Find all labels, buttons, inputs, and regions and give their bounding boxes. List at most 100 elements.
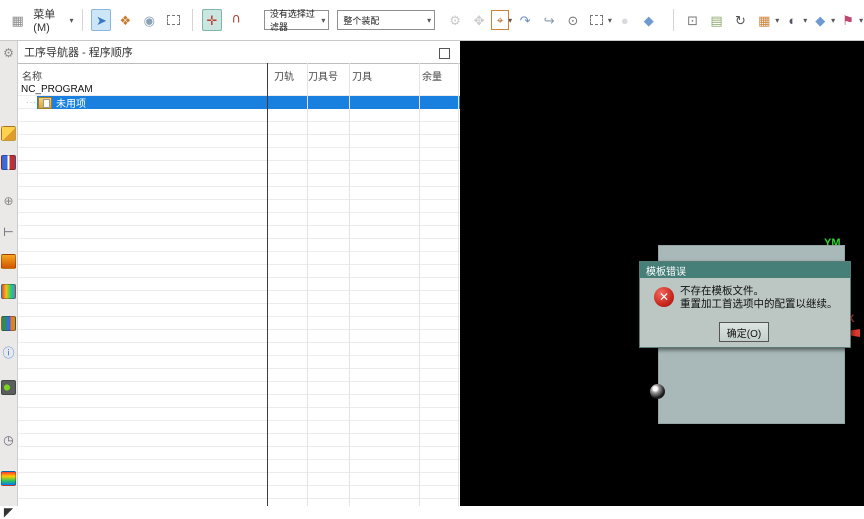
graphics-viewport[interactable]: YM X 模板错误 ✕ 不存在模板文件。 重置加工首选项中的配置以继续。 确定(… — [460, 41, 864, 506]
move-handle-button[interactable]: ✥ — [469, 9, 489, 31]
marquee-caret-icon[interactable]: ▾ — [608, 16, 612, 25]
assembly-navigator-icon[interactable] — [1, 126, 16, 141]
select-marquee-button[interactable] — [163, 9, 183, 31]
column-header-tool[interactable]: 刀具 — [352, 68, 372, 83]
menu-caret-icon: ▾ — [70, 16, 74, 25]
palette-chip — [1, 471, 16, 486]
tree-branch-dots: ··· — [26, 98, 37, 107]
column-divider-dark — [267, 63, 268, 506]
ok-button[interactable]: 确定(O) — [719, 322, 769, 342]
column-header-tool-number[interactable]: 刀具号 — [308, 68, 338, 83]
circle-center-button[interactable]: ⊙ — [563, 9, 583, 31]
constraint-navigator-icon[interactable] — [1, 155, 16, 170]
folder-icon — [38, 97, 52, 109]
nx-window: ▦ 菜单(M) ▾ ➤ ❖ ◉ ✛ ∪ 没有选择过滤器 ▾ 整个装配 ▾ ⚙ ✥… — [0, 0, 864, 506]
marquee-select-button[interactable] — [587, 9, 607, 31]
selected-row-highlight[interactable]: 未用项 — [37, 96, 460, 109]
dialog-message-line2: 重置加工首选项中的配置以继续。 — [680, 298, 838, 311]
menu-label: 菜单(M) — [33, 6, 66, 34]
column-divider — [307, 63, 308, 506]
main-area: ⚙ ⊕ ⊢ ⓘ ◷ ◤ 工序导航器 - 程序顺序 名称 刀轨 — [0, 41, 864, 506]
toolbar-separator — [673, 9, 674, 31]
app-menu-icon: ▦ — [8, 9, 27, 31]
part-navigator-icon[interactable]: ⊕ — [1, 193, 16, 208]
marquee-icon — [590, 15, 603, 25]
machine-chip — [1, 254, 16, 269]
books-chip — [1, 316, 16, 331]
dialog-titlebar[interactable]: 模板错误 — [640, 262, 850, 278]
snap-handle-button[interactable]: ⌖ — [491, 10, 509, 30]
cube-button[interactable]: ◆ — [639, 9, 659, 31]
gears-button[interactable]: ⚙ — [445, 9, 465, 31]
snap-handle-caret-icon[interactable]: ▾ — [508, 16, 512, 25]
combo-caret-icon: ▾ — [427, 16, 431, 25]
column-header-stock[interactable]: 余量 — [422, 68, 442, 83]
machining-feature-icon[interactable] — [1, 284, 16, 299]
magnet-button[interactable]: ∪ — [226, 9, 246, 31]
camera-icon[interactable] — [1, 380, 16, 395]
dialog-message: 不存在模板文件。 重置加工首选项中的配置以继续。 — [680, 285, 838, 311]
operation-navigator-panel: 工序导航器 - 程序顺序 名称 刀轨 刀具号 刀具 余量 NC_PROGRAM … — [18, 41, 460, 506]
top-toolbar: ▦ 菜单(M) ▾ ➤ ❖ ◉ ✛ ∪ 没有选择过滤器 ▾ 整个装配 ▾ ⚙ ✥… — [0, 0, 864, 41]
select-dot-button[interactable]: ◉ — [139, 9, 159, 31]
layout-grid-button[interactable]: ▦ — [754, 9, 774, 31]
camera-chip — [1, 380, 16, 395]
image-button[interactable]: ▤ — [707, 9, 727, 31]
column-divider — [419, 63, 420, 506]
marquee-icon — [167, 15, 180, 25]
constraint-chip — [1, 155, 16, 170]
assembly-chip — [1, 126, 16, 141]
layout-caret-icon[interactable]: ▾ — [775, 16, 779, 25]
refresh-button[interactable]: ↻ — [730, 9, 750, 31]
roles-gear-icon[interactable]: ⚙ — [1, 45, 16, 60]
column-divider — [349, 63, 350, 506]
menu-button[interactable]: ▦ 菜单(M) ▾ — [6, 6, 75, 34]
library-icon[interactable] — [1, 316, 16, 331]
resource-sidebar: ⚙ ⊕ ⊢ ⓘ ◷ ◤ — [0, 41, 18, 506]
dialog-body: ✕ 不存在模板文件。 重置加工首选项中的配置以继续。 确定(O) — [640, 278, 850, 348]
tree-navigator-icon[interactable]: ⊢ — [1, 224, 16, 239]
selection-filter-combo[interactable]: 没有选择过滤器 ▾ — [264, 10, 330, 30]
template-error-dialog: 模板错误 ✕ 不存在模板文件。 重置加工首选项中的配置以继续。 确定(O) — [639, 261, 851, 348]
sphere-button[interactable]: ● — [615, 9, 635, 31]
navigator-title-text: 工序导航器 - 程序顺序 — [24, 44, 133, 60]
selection-scope-value: 整个装配 — [343, 14, 379, 27]
dialog-message-line1: 不存在模板文件。 — [680, 285, 838, 298]
select-scope-button[interactable]: ❖ — [115, 9, 135, 31]
panel-window-button[interactable] — [439, 48, 450, 59]
shaded-view-button[interactable]: ◐ — [782, 9, 802, 31]
snap-point-button[interactable]: ✛ — [202, 9, 222, 31]
zoom-window-button[interactable]: ⊡ — [683, 9, 703, 31]
history-icon[interactable]: ◷ — [1, 432, 16, 447]
error-x-icon: ✕ — [654, 287, 674, 307]
tree-row-unused-items[interactable]: ··· 未用项 — [18, 96, 460, 109]
selection-filter-value: 没有选择过滤器 — [270, 7, 322, 33]
select-cursor-button[interactable]: ➤ — [91, 9, 111, 31]
palette-icon[interactable] — [1, 471, 16, 486]
navigator-table-body[interactable]: NC_PROGRAM ··· 未用项 — [18, 83, 460, 506]
web-info-icon[interactable]: ⓘ — [1, 345, 16, 360]
shaded-caret-icon[interactable]: ▾ — [803, 16, 807, 25]
selection-scope-combo[interactable]: 整个装配 ▾ — [337, 10, 435, 30]
view-cube-button[interactable]: ◆ — [810, 9, 830, 31]
pointer-tool-icon[interactable]: ◤ — [1, 504, 16, 519]
pan-arrow-button[interactable]: ↪ — [539, 9, 559, 31]
dialog-title-text: 模板错误 — [646, 263, 686, 278]
rotate-button[interactable]: ↷ — [515, 9, 535, 31]
tree-row-label: NC_PROGRAM — [21, 84, 93, 95]
operation-navigator-icon[interactable] — [1, 254, 16, 269]
bookmark-caret-icon[interactable]: ▾ — [859, 16, 863, 25]
combo-caret-icon: ▾ — [321, 16, 325, 25]
view-cube-caret-icon[interactable]: ▾ — [831, 16, 835, 25]
column-divider — [458, 63, 459, 506]
navigator-title: 工序导航器 - 程序顺序 — [18, 41, 460, 63]
column-header-toolpath[interactable]: 刀轨 — [274, 68, 294, 83]
column-header-name[interactable]: 名称 — [22, 68, 42, 83]
toolbar-separator — [82, 9, 83, 31]
multicolor-chip — [1, 284, 16, 299]
sphere-marker-icon — [650, 384, 665, 399]
bookmark-flag-button[interactable]: ⚑ — [838, 9, 858, 31]
toolbar-separator — [192, 9, 193, 31]
navigator-header-row: 名称 刀轨 刀具号 刀具 余量 — [18, 63, 460, 85]
tree-row-label: 未用项 — [56, 95, 86, 110]
